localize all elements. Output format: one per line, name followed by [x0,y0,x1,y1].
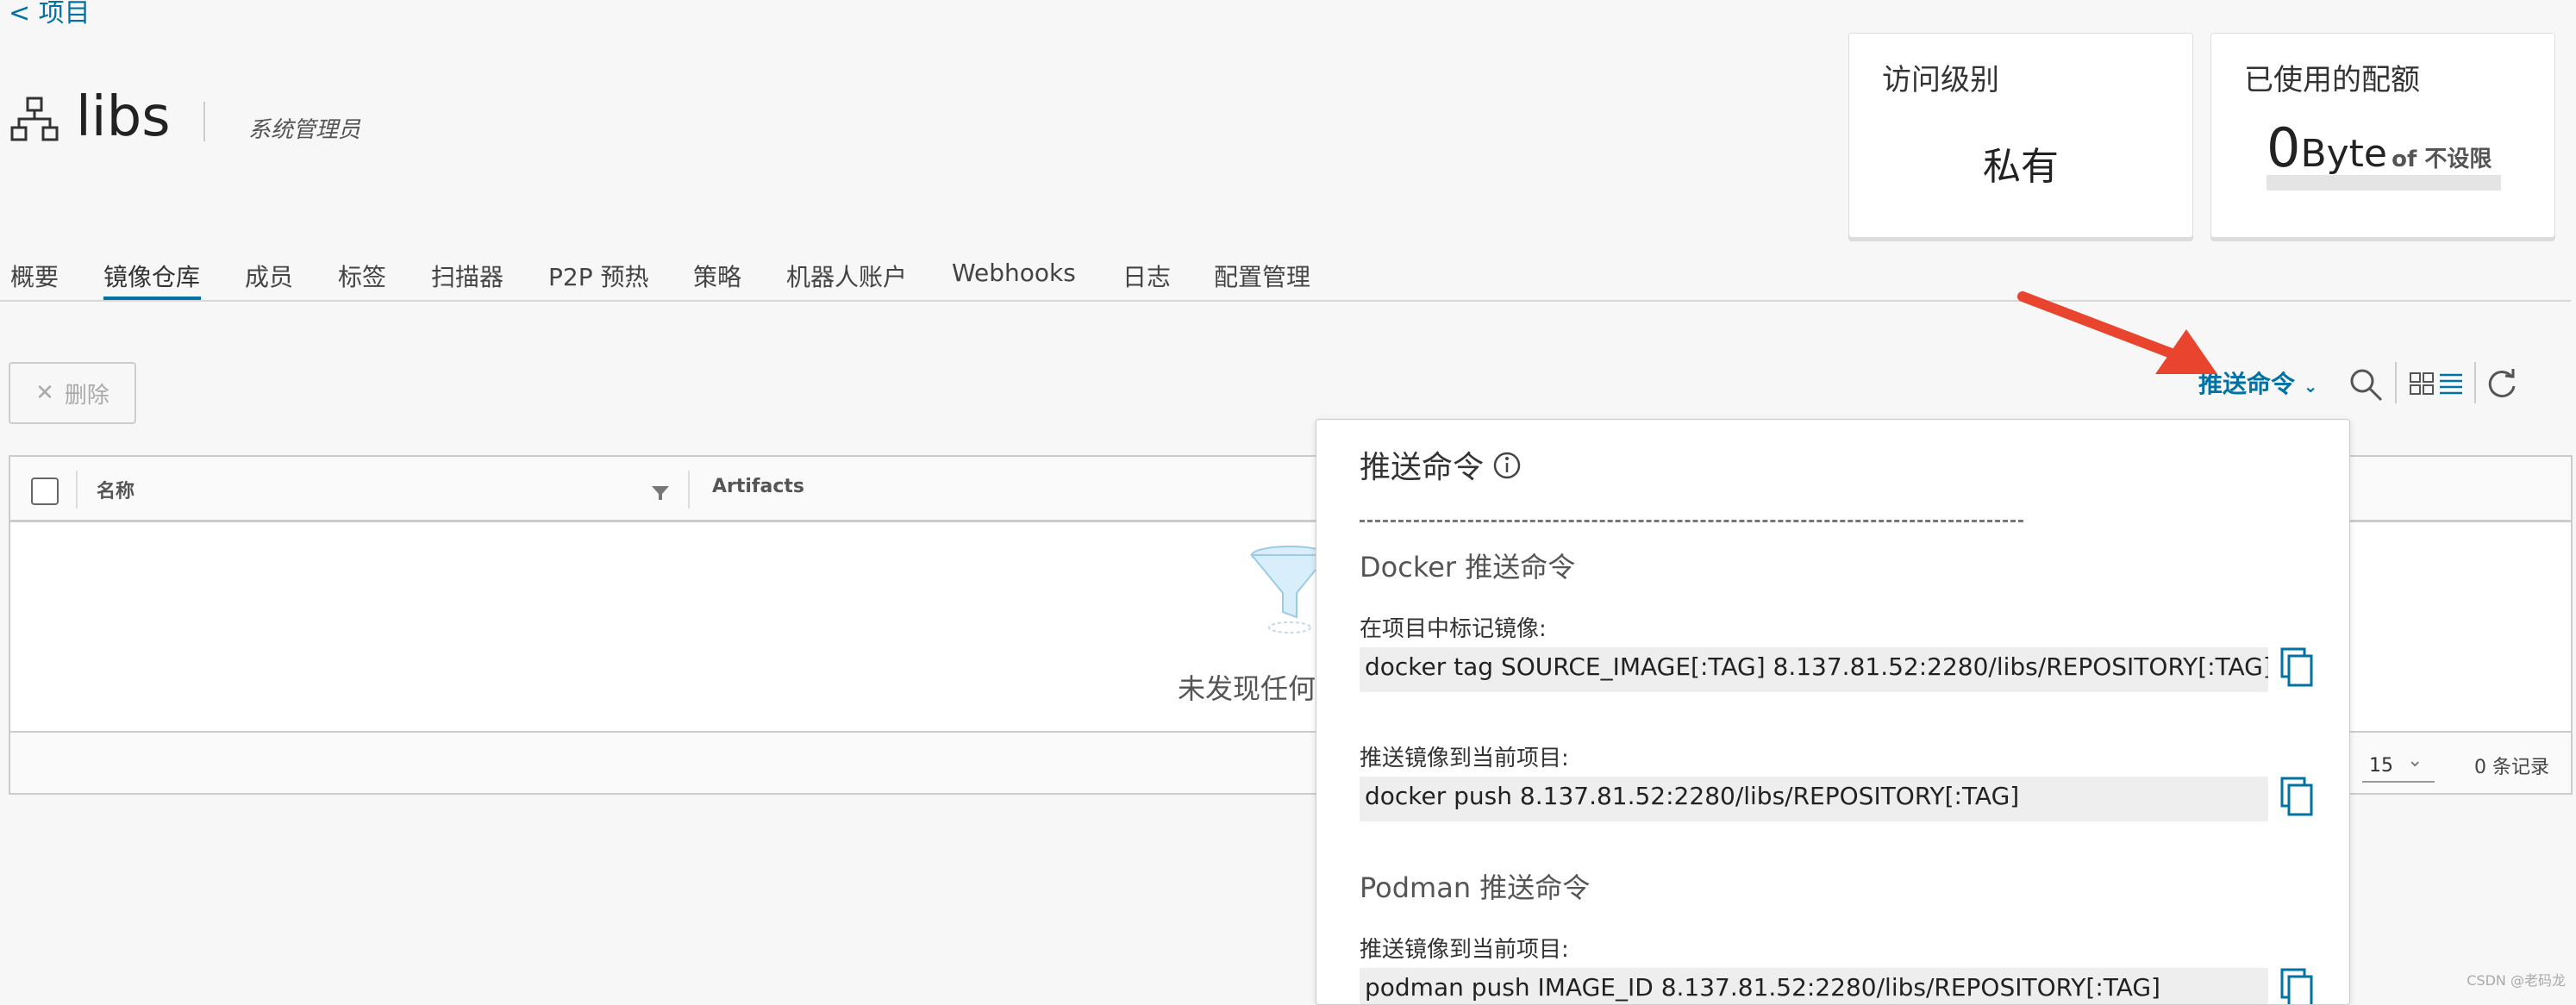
tab-logs[interactable]: 日志 [1122,259,1171,293]
tab-labels[interactable]: 标签 [338,259,386,293]
column-divider [688,471,690,509]
docker-section-title: Docker 推送命令 [1360,551,1576,584]
title-divider [203,102,205,141]
popover-title: 推送命令 [1360,450,1485,485]
push-command-popover: 推送命令 Docker 推送命令 在项目中标记镜像: docker tag SO… [1316,419,2350,1005]
chevron-down-icon: ⌄ [2303,376,2318,396]
docker-tag-label: 在项目中标记镜像: [1360,616,1547,642]
podman-push-command[interactable]: podman push IMAGE_ID 8.137.81.52:2280/li… [1360,968,2268,1004]
watermark: CSDN @老码龙 [2467,972,2566,989]
arrow-annotation-icon [2017,291,2217,374]
toolbar-divider [2395,362,2397,403]
info-icon[interactable] [1492,451,1522,480]
page-size-value: 15 [2369,755,2393,777]
quota-card: 已使用的配额 0Byte of 不设限 [2210,33,2555,238]
quota-limit: of 不设限 [2392,147,2492,172]
page-size-select[interactable]: 15 ⌄ [2362,748,2435,783]
tab-repositories[interactable]: 镜像仓库 [103,259,200,293]
chevron-down-icon: ⌄ [2407,750,2423,771]
tab-members[interactable]: 成员 [245,259,293,293]
empty-state-text: 未发现任何 [1178,672,1316,705]
project-icon [10,97,59,141]
access-level-card: 访问级别 私有 [1848,33,2193,238]
refresh-icon[interactable] [2483,365,2521,403]
copy-icon[interactable] [2279,966,2317,1005]
quota-used-unit: Byte [2300,132,2387,176]
grid-view-icon[interactable] [2409,371,2436,396]
list-view-icon[interactable] [2438,371,2464,396]
tab-scanners[interactable]: 扫描器 [431,259,503,293]
popover-divider [1360,520,2023,522]
back-to-projects-link[interactable]: < 项目 [9,0,91,29]
access-level-value: 私有 [1983,145,2059,189]
tab-webhooks[interactable]: Webhooks [952,259,1076,287]
select-all-checkbox[interactable] [31,478,59,505]
quota-usage: 0Byte of 不设限 [2267,116,2492,179]
podman-section-title: Podman 推送命令 [1360,871,1591,904]
podman-push-label: 推送镜像到当前项目: [1360,937,1569,963]
filter-icon[interactable] [648,479,672,503]
close-icon: ✕ [35,380,54,406]
delete-label: 删除 [64,382,109,409]
docker-push-label: 推送镜像到当前项目: [1360,746,1569,771]
column-header-artifacts[interactable]: Artifacts [712,476,804,497]
copy-icon[interactable] [2279,775,2317,818]
tab-p2p-preheat[interactable]: P2P 预热 [548,259,649,293]
toolbar-divider [2474,362,2476,403]
quota-title: 已使用的配额 [2244,63,2420,97]
project-role: 系统管理员 [248,117,361,143]
tab-overview[interactable]: 概要 [10,259,59,293]
copy-icon[interactable] [2279,646,2317,689]
docker-tag-command[interactable]: docker tag SOURCE_IMAGE[:TAG] 8.137.81.5… [1360,647,2268,692]
access-level-title: 访问级别 [1882,63,1999,97]
tab-policy[interactable]: 策略 [693,259,741,293]
tab-robot-accounts[interactable]: 机器人账户 [786,259,907,293]
column-divider [76,471,78,509]
project-title: libs [76,85,171,149]
quota-used-number: 0 [2267,116,2301,179]
tab-configuration[interactable]: 配置管理 [1214,259,1310,293]
search-icon[interactable] [2347,365,2385,403]
docker-push-command[interactable]: docker push 8.137.81.52:2280/libs/REPOSI… [1360,777,2268,821]
column-header-name[interactable]: 名称 [97,476,134,503]
record-count: 0 条记录 [2474,757,2549,778]
delete-button[interactable]: ✕ 删除 [9,362,136,424]
quota-progress-bar [2267,175,2501,190]
